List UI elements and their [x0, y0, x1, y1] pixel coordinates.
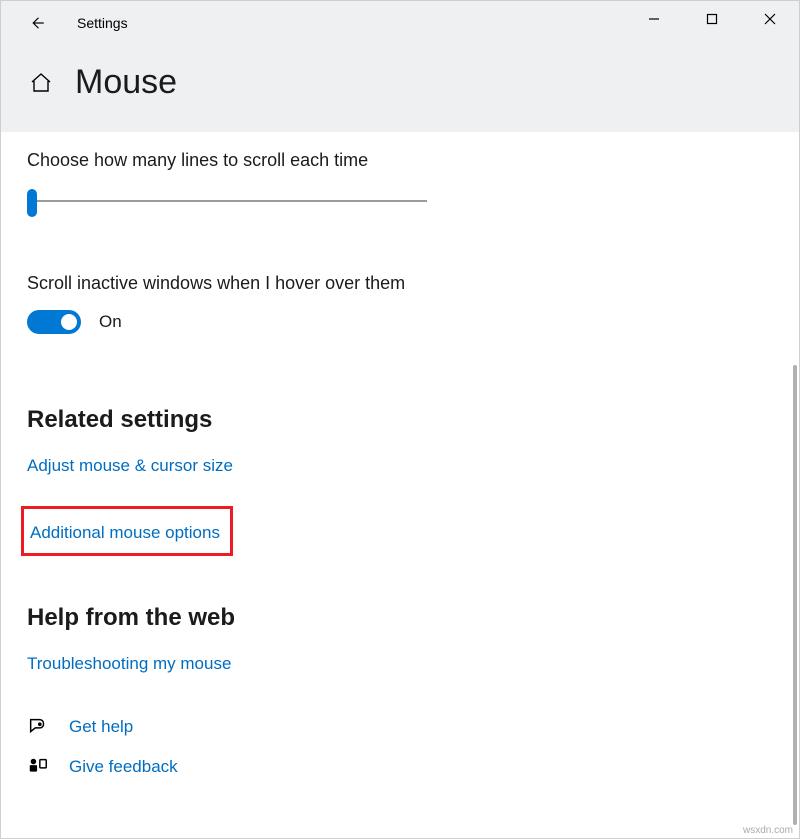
page-header: Mouse	[1, 45, 799, 132]
highlight-box: Additional mouse options	[21, 506, 233, 556]
give-feedback-link[interactable]: Give feedback	[69, 757, 178, 777]
additional-mouse-options-link[interactable]: Additional mouse options	[30, 523, 220, 543]
scrollbar[interactable]	[793, 365, 797, 825]
minimize-button[interactable]	[625, 1, 683, 37]
give-feedback-row[interactable]: Give feedback	[27, 756, 773, 778]
inactive-scroll-label: Scroll inactive windows when I hover ove…	[27, 273, 773, 294]
home-icon	[29, 71, 53, 95]
scroll-lines-label: Choose how many lines to scroll each tim…	[27, 150, 773, 171]
feedback-icon	[27, 756, 49, 778]
window-title: Settings	[77, 15, 128, 31]
inactive-scroll-row: On	[27, 310, 773, 334]
related-settings-heading: Related settings	[27, 406, 773, 434]
get-help-link[interactable]: Get help	[69, 717, 133, 737]
help-heading: Help from the web	[27, 604, 773, 632]
close-icon	[764, 13, 776, 25]
close-button[interactable]	[741, 1, 799, 37]
caption-controls	[625, 1, 799, 37]
maximize-button[interactable]	[683, 1, 741, 37]
inactive-scroll-state: On	[99, 312, 122, 332]
page-title: Mouse	[75, 63, 177, 102]
slider-track	[27, 200, 427, 202]
content-area: Choose how many lines to scroll each tim…	[1, 132, 799, 778]
toggle-knob	[61, 314, 77, 330]
watermark: wsxdn.com	[743, 825, 793, 836]
arrow-left-icon	[28, 14, 46, 32]
get-help-icon	[27, 716, 49, 738]
adjust-mouse-cursor-link[interactable]: Adjust mouse & cursor size	[27, 456, 233, 476]
inactive-scroll-toggle[interactable]	[27, 310, 81, 334]
titlebar: Settings	[1, 1, 799, 45]
minimize-icon	[648, 13, 660, 25]
home-button[interactable]	[29, 71, 53, 95]
get-help-row[interactable]: Get help	[27, 716, 773, 738]
troubleshoot-mouse-link[interactable]: Troubleshooting my mouse	[27, 654, 231, 674]
maximize-icon	[706, 13, 718, 25]
scroll-lines-slider[interactable]	[27, 187, 427, 215]
slider-thumb[interactable]	[27, 189, 37, 217]
back-button[interactable]	[25, 11, 49, 35]
